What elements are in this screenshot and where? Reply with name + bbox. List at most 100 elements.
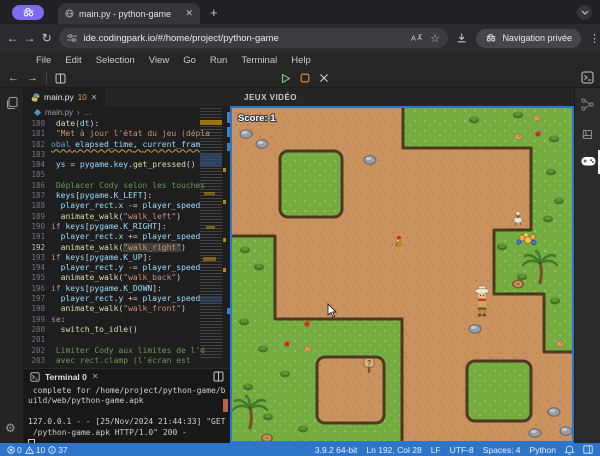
new-tab-button[interactable]: + — [210, 5, 218, 20]
minimap[interactable] — [200, 108, 222, 360]
terminal-tab-label[interactable]: Terminal 0 — [45, 372, 87, 382]
incognito-icon — [22, 8, 35, 17]
terminal-header: Terminal 0 ✕ — [24, 369, 230, 384]
menu-item-go[interactable]: Go — [183, 55, 196, 66]
terminal-icon — [30, 372, 40, 382]
terminal-output[interactable]: complete for /home/project/python-game/b… — [24, 384, 230, 451]
menu-item-terminal[interactable]: Terminal — [241, 55, 277, 66]
svg-text:A: A — [411, 33, 416, 42]
game-panel: JEUX VIDÉO — [230, 88, 574, 443]
terminal-line: 127.0.0.1 - - [25/Nov/2024 21:44:33] "GE… — [28, 417, 230, 427]
browser-toolbar: ← → ↻ ide.codingpark.io/#/home/project/p… — [0, 24, 600, 52]
close-run-button[interactable] — [319, 73, 329, 83]
grass-island-top — [280, 151, 342, 217]
settings-gear-icon[interactable]: ⚙ — [5, 421, 16, 435]
site-settings-icon[interactable] — [67, 34, 77, 42]
notifications-bell-icon[interactable] — [565, 445, 574, 455]
layout-icon[interactable] — [583, 445, 593, 454]
forward-button[interactable]: → — [21, 31, 38, 45]
cursor-position[interactable]: Ln 192, Col 28 — [366, 445, 421, 455]
translate-icon[interactable]: A — [411, 33, 422, 43]
incognito-icon — [485, 34, 497, 42]
private-browsing-badge: Navigation privée — [476, 29, 581, 48]
globe-favicon-icon — [65, 9, 74, 18]
split-editor-icon[interactable] — [55, 73, 66, 84]
browser-tab-title: main.py - python-game — [79, 9, 180, 19]
stop-button[interactable] — [300, 73, 310, 83]
menu-item-selection[interactable]: Selection — [96, 55, 135, 66]
info-icon — [48, 446, 56, 454]
reload-button[interactable]: ↻ — [38, 31, 55, 45]
eol-indicator[interactable]: LF — [431, 445, 441, 455]
python-file-icon — [31, 93, 40, 102]
hierarchy-icon[interactable] — [581, 98, 594, 111]
tab-close-icon[interactable]: ✕ — [185, 9, 193, 18]
editor-tab-close-icon[interactable]: ✕ — [91, 93, 98, 102]
editor-back-button[interactable]: ← — [8, 72, 19, 84]
editor-forward-button[interactable]: → — [27, 72, 38, 84]
terminal-line: /python-game.apk HTTP/1.0" 200 - — [28, 428, 230, 438]
editor-tab-label: main.py — [44, 92, 74, 102]
editor-group: main.py 10 ✕ main.py › … 180 date(dt):18… — [24, 88, 230, 368]
right-activity-bar — [574, 88, 600, 443]
encoding-indicator[interactable]: UTF-8 — [450, 445, 474, 455]
explorer-files-icon[interactable] — [5, 96, 19, 110]
browser-tab-strip: main.py - python-game ✕ + — [0, 0, 600, 24]
ide-main: ⚙ main.py 10 ✕ main.py › … 180 date(dt):… — [0, 88, 600, 443]
problems-warnings[interactable]: 10 — [25, 445, 45, 455]
menu-item-file[interactable]: File — [36, 55, 51, 66]
browser-menu-kebab-icon[interactable]: ⋮ — [589, 32, 600, 45]
overview-ruler[interactable] — [222, 108, 230, 360]
private-badge-label: Navigation privée — [502, 33, 572, 43]
download-icon[interactable] — [456, 32, 467, 44]
game-panel-title: JEUX VIDÉO — [230, 88, 574, 106]
breadcrumb-file[interactable]: main.py — [45, 108, 73, 117]
python-version[interactable]: 3.9.2 64-bit — [315, 445, 358, 455]
symbol-file-icon — [34, 109, 41, 116]
book-icon[interactable] — [581, 128, 594, 141]
terminal-scrollbar[interactable] — [223, 399, 228, 412]
editor-tab-mainpy[interactable]: main.py 10 ✕ — [24, 88, 105, 106]
url-text[interactable]: ide.codingpark.io/#/home/project/python-… — [83, 33, 405, 44]
run-play-button[interactable] — [280, 73, 291, 84]
status-bar: 0 10 37 3.9.2 64-bit Ln 192, Col 28 LF U… — [0, 443, 600, 456]
editor-tab-problem-badge: 10 — [78, 93, 87, 102]
menu-item-run[interactable]: Run — [210, 55, 227, 66]
language-mode[interactable]: Python — [530, 445, 556, 455]
left-activity-bar: ⚙ — [0, 88, 24, 443]
problems-infos[interactable]: 37 — [48, 445, 67, 455]
terminal-panel-icon[interactable] — [581, 71, 594, 84]
menu-item-help[interactable]: Help — [291, 55, 311, 66]
score-label: Score: 1 — [238, 113, 276, 124]
menu-item-view[interactable]: View — [149, 55, 169, 66]
grass-island-bottom — [467, 361, 531, 421]
run-bar: ← → — [0, 68, 600, 88]
warning-icon — [25, 446, 34, 454]
indent-indicator[interactable]: Spaces: 4 — [483, 445, 521, 455]
menu-item-edit[interactable]: Edit — [65, 55, 81, 66]
game-canvas[interactable]: ? Score: 1 — [230, 106, 574, 443]
tree-stump — [512, 280, 524, 289]
back-button[interactable]: ← — [4, 31, 21, 45]
breadcrumb-ellipsis[interactable]: … — [84, 108, 92, 117]
terminal-panel: Terminal 0 ✕ complete for /home/project/… — [24, 368, 230, 443]
breadcrumb-separator: › — [77, 108, 80, 117]
tab-search-button[interactable] — [577, 5, 592, 20]
split-terminal-icon[interactable] — [213, 371, 224, 382]
terminal-close-icon[interactable]: ✕ — [92, 372, 99, 381]
bookmark-star-icon[interactable]: ☆ — [430, 32, 440, 45]
gamepad-icon[interactable] — [581, 156, 596, 167]
divider — [46, 72, 47, 84]
chevron-down-icon — [581, 10, 589, 15]
error-icon — [7, 446, 15, 454]
menu-bar: File Edit Selection View Go Run Terminal Help — [0, 52, 600, 68]
svg-text:?: ? — [367, 360, 371, 367]
browser-window: main.py - python-game ✕ + ← → ↻ ide.codi… — [0, 0, 600, 456]
terminal-line: complete for /home/project/python-game/b — [28, 386, 230, 396]
url-bar[interactable]: ide.codingpark.io/#/home/project/python-… — [59, 28, 448, 48]
problems-errors[interactable]: 0 — [7, 445, 22, 455]
editor-tab-bar: main.py 10 ✕ — [24, 88, 230, 106]
browser-tab[interactable]: main.py - python-game ✕ — [58, 3, 200, 24]
incognito-profile-chip[interactable] — [12, 5, 44, 20]
terminal-line — [28, 407, 230, 417]
